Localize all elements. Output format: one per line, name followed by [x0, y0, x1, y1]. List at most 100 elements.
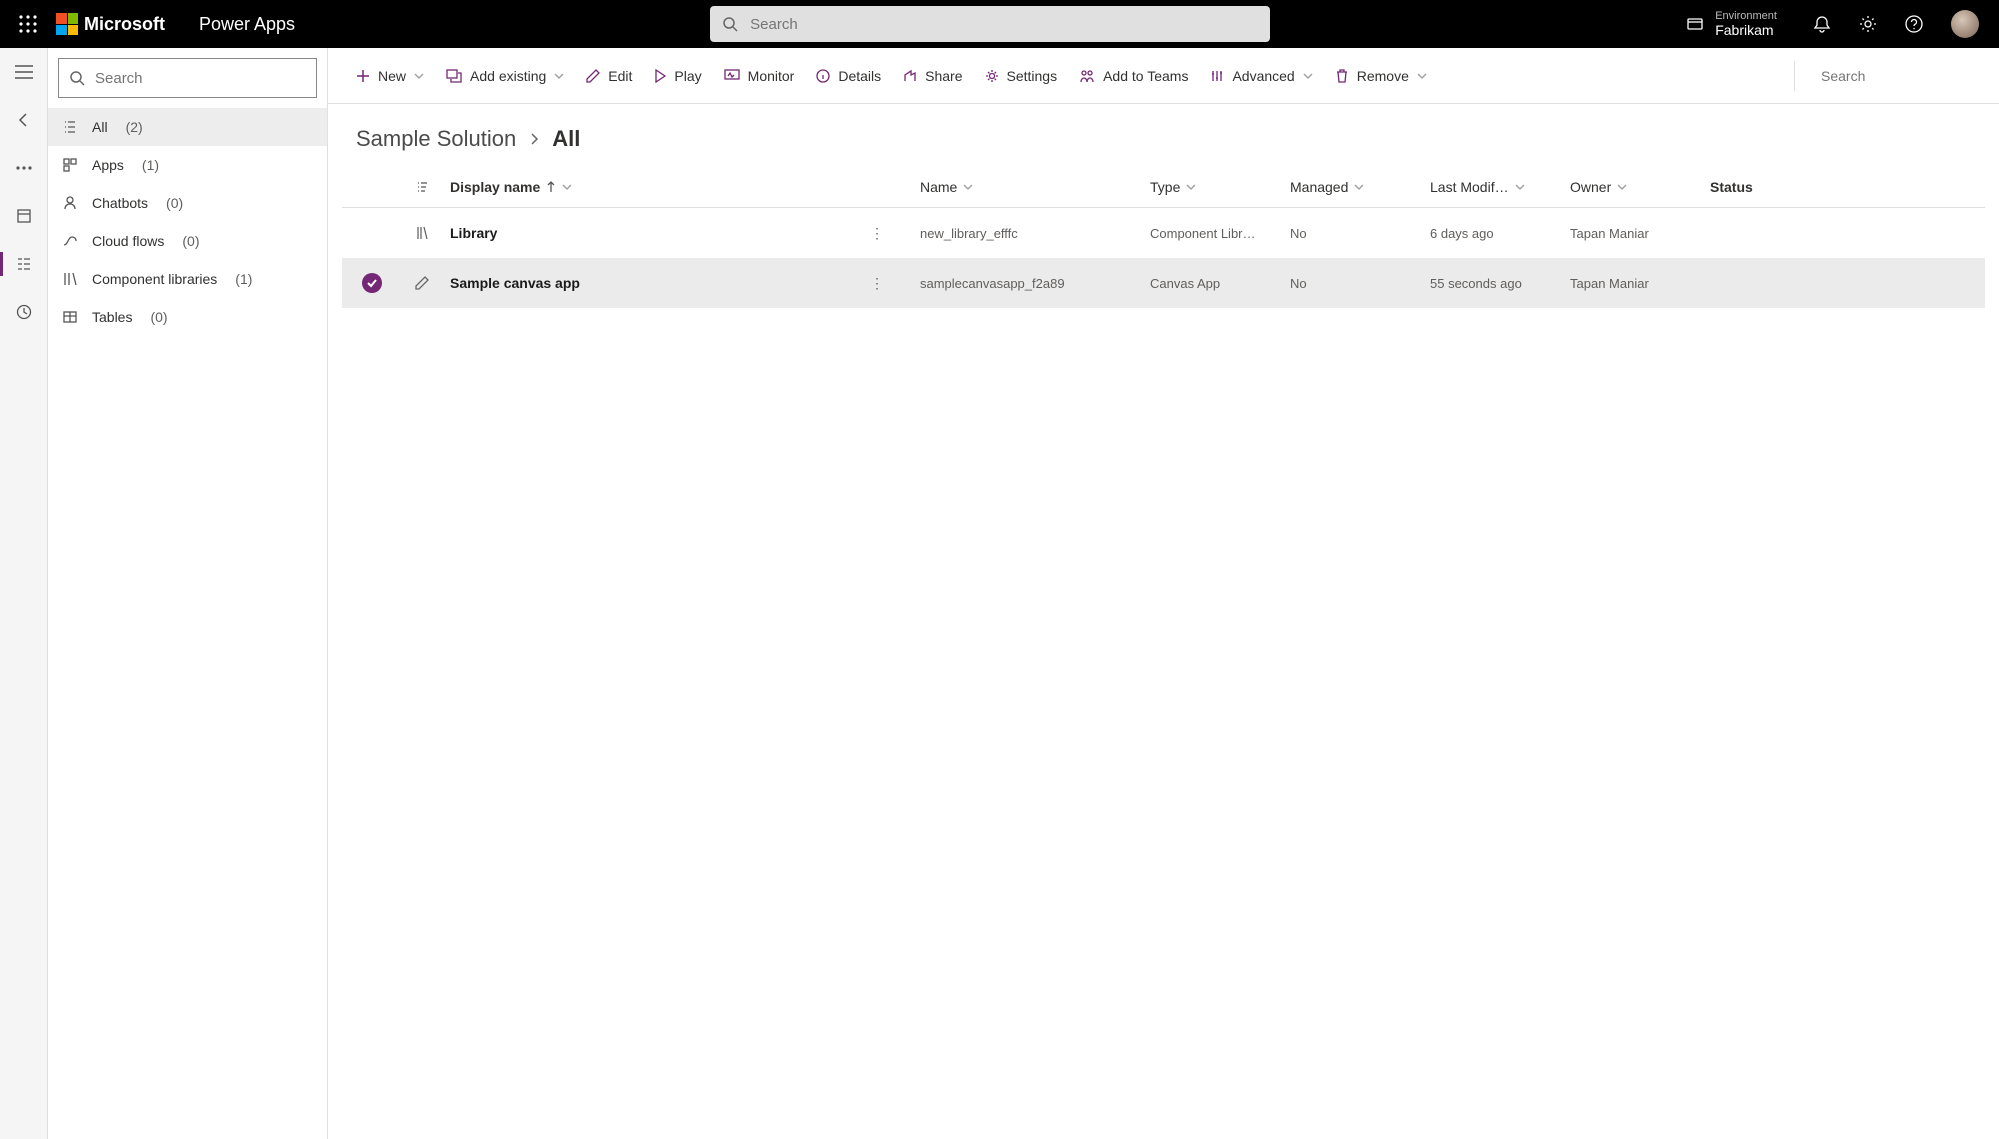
- more-horizontal-icon: [16, 166, 32, 170]
- row-more-button[interactable]: ⋮: [870, 225, 884, 242]
- sidebar-search[interactable]: [58, 58, 317, 98]
- rail-menu-toggle[interactable]: [0, 58, 48, 86]
- row-type: Component Libr…: [1150, 226, 1256, 241]
- column-header-status[interactable]: Status: [1702, 179, 1802, 195]
- column-header-displayname[interactable]: Display name: [442, 179, 862, 195]
- breadcrumb-parent[interactable]: Sample Solution: [356, 126, 516, 152]
- sidebar-item-cloudflows[interactable]: Cloud flows (0): [48, 222, 327, 260]
- chatbot-icon: [62, 195, 78, 211]
- notifications-icon[interactable]: [1813, 15, 1831, 33]
- gear-icon: [985, 69, 999, 83]
- objects-icon: [16, 208, 32, 224]
- rail-back[interactable]: [0, 106, 48, 134]
- sidebar-item-count: (2): [126, 119, 143, 135]
- column-label: Type: [1150, 179, 1180, 195]
- play-button[interactable]: Play: [644, 58, 711, 94]
- chevron-down-icon: [562, 182, 572, 192]
- column-header-managed[interactable]: Managed: [1282, 179, 1422, 195]
- share-icon: [903, 69, 917, 83]
- row-managed: No: [1290, 276, 1307, 291]
- list-icon: [62, 119, 78, 135]
- sort-asc-icon: [546, 181, 556, 193]
- sidebar-item-label: Tables: [92, 309, 132, 325]
- commandbar-search-input[interactable]: [1819, 67, 1999, 85]
- row-displayname[interactable]: Sample canvas app: [450, 275, 580, 291]
- settings-button[interactable]: Settings: [975, 58, 1068, 94]
- advanced-button[interactable]: Advanced: [1200, 58, 1322, 94]
- microsoft-logo[interactable]: Microsoft: [56, 13, 165, 35]
- chevron-down-icon: [1354, 182, 1364, 192]
- monitor-button[interactable]: Monitor: [714, 58, 805, 94]
- check-icon: [366, 277, 378, 289]
- share-button[interactable]: Share: [893, 58, 972, 94]
- environment-icon: [1685, 14, 1705, 34]
- sidebar-item-tables[interactable]: Tables (0): [48, 298, 327, 336]
- column-header-name[interactable]: Name: [912, 179, 1142, 195]
- cmd-label: Add to Teams: [1103, 68, 1188, 84]
- cmd-label: Remove: [1357, 68, 1409, 84]
- add-existing-button[interactable]: Add existing: [436, 58, 574, 94]
- sidebar-item-count: (0): [166, 195, 183, 211]
- add-to-teams-button[interactable]: Add to Teams: [1069, 58, 1198, 94]
- apps-icon: [62, 157, 78, 173]
- column-header-icon[interactable]: [402, 180, 442, 194]
- hamburger-icon: [15, 65, 33, 79]
- sidebar-item-chatbots[interactable]: Chatbots (0): [48, 184, 327, 222]
- cmd-label: Share: [925, 68, 962, 84]
- teams-icon: [1079, 69, 1095, 83]
- table-row[interactable]: Sample canvas app ⋮ samplecanvasapp_f2a8…: [342, 258, 1985, 308]
- rail-objects[interactable]: [0, 202, 48, 230]
- global-search-input[interactable]: [748, 15, 1258, 34]
- environment-label: Environment: [1715, 10, 1777, 22]
- list-tree-icon: [16, 256, 32, 272]
- edit-icon: [415, 276, 429, 290]
- row-more-button[interactable]: ⋮: [870, 275, 884, 292]
- cmd-label: Play: [674, 68, 701, 84]
- advanced-icon: [1210, 69, 1224, 83]
- sidebar-search-input[interactable]: [93, 69, 306, 88]
- cmd-label: Settings: [1007, 68, 1058, 84]
- row-selected-check[interactable]: [362, 273, 382, 293]
- new-button[interactable]: New: [346, 58, 434, 94]
- library-icon: [415, 226, 429, 240]
- sidebar-item-apps[interactable]: Apps (1): [48, 146, 327, 184]
- global-search[interactable]: [710, 6, 1270, 42]
- app-name-label[interactable]: Power Apps: [199, 14, 295, 35]
- row-name: new_library_efffc: [920, 226, 1018, 241]
- remove-button[interactable]: Remove: [1325, 58, 1437, 94]
- sidebar-item-componentlibs[interactable]: Component libraries (1): [48, 260, 327, 298]
- row-name: samplecanvasapp_f2a89: [920, 276, 1065, 291]
- details-button[interactable]: Details: [806, 58, 891, 94]
- column-label: Display name: [450, 179, 540, 195]
- avatar[interactable]: [1951, 10, 1979, 38]
- rail-solution-explorer[interactable]: [0, 250, 48, 278]
- sidebar-item-all[interactable]: All (2): [48, 108, 327, 146]
- row-type-icon-cell: [402, 226, 442, 240]
- column-header-modified[interactable]: Last Modif…: [1422, 179, 1562, 195]
- play-icon: [654, 69, 666, 83]
- sidebar-item-count: (1): [235, 271, 252, 287]
- commandbar-search[interactable]: [1801, 67, 1981, 85]
- app-launcher-button[interactable]: [4, 15, 52, 33]
- sidebar-item-label: Apps: [92, 157, 124, 173]
- row-type: Canvas App: [1150, 276, 1220, 291]
- row-owner: Tapan Maniar: [1570, 226, 1649, 241]
- gear-icon[interactable]: [1859, 15, 1877, 33]
- environment-picker[interactable]: Environment Fabrikam: [1685, 10, 1777, 38]
- cmd-label: Add existing: [470, 68, 546, 84]
- search-icon: [69, 70, 85, 86]
- breadcrumb-current: All: [552, 126, 580, 152]
- column-header-type[interactable]: Type: [1142, 179, 1282, 195]
- rail-history[interactable]: [0, 298, 48, 326]
- sidebar-item-count: (1): [142, 157, 159, 173]
- history-icon: [16, 304, 32, 320]
- table-icon: [62, 309, 78, 325]
- column-label: Last Modif…: [1430, 179, 1509, 195]
- row-displayname[interactable]: Library: [450, 225, 497, 241]
- column-label: Owner: [1570, 179, 1611, 195]
- rail-more[interactable]: [0, 154, 48, 182]
- help-icon[interactable]: [1905, 15, 1923, 33]
- edit-button[interactable]: Edit: [576, 58, 642, 94]
- table-row[interactable]: Library ⋮ new_library_efffc Component Li…: [342, 208, 1985, 258]
- column-header-owner[interactable]: Owner: [1562, 179, 1702, 195]
